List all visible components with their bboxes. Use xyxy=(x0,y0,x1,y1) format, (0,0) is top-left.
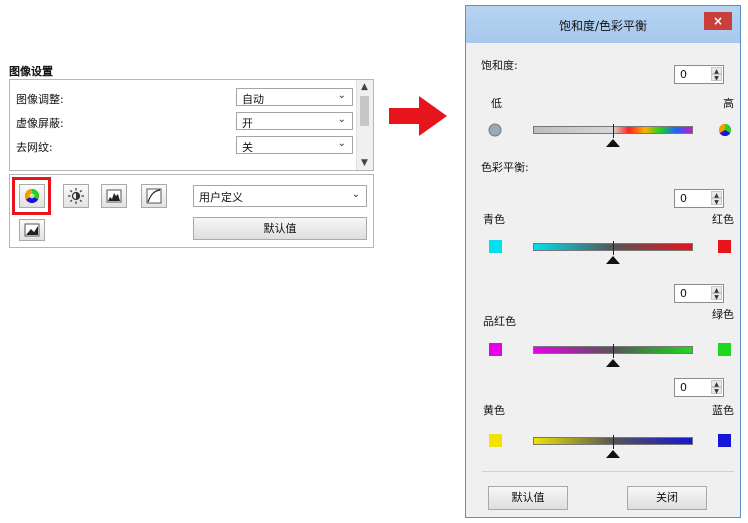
unsharp-mask-select[interactable]: 开 ⌄ xyxy=(236,112,353,130)
chevron-down-icon: ⌄ xyxy=(337,90,346,101)
cyan-red-slider-thumb[interactable] xyxy=(606,256,620,264)
high-label: 高 xyxy=(723,97,734,110)
spin-value: 0 xyxy=(680,68,687,81)
blue-label: 蓝色 xyxy=(712,404,734,417)
arrow-right-icon xyxy=(389,96,447,136)
yellow-blue-slider-thumb[interactable] xyxy=(606,450,620,458)
setting-row-descreen: 去网纹: 关 ⌄ xyxy=(10,134,355,156)
dialog-separator xyxy=(482,471,734,472)
histogram-icon xyxy=(106,189,122,203)
spin-up-icon[interactable]: ▲ xyxy=(711,191,722,199)
select-value: 用户定义 xyxy=(199,191,243,204)
reset-default-button[interactable]: 默认值 xyxy=(193,217,367,240)
spin-arrows[interactable]: ▲ ▼ xyxy=(711,67,722,82)
scroll-down-icon[interactable]: ▼ xyxy=(361,158,368,168)
tone-curve-icon xyxy=(146,188,162,204)
color-balance-label: 色彩平衡: xyxy=(481,161,529,174)
final-review-button[interactable] xyxy=(19,219,45,241)
magenta-label: 品红色 xyxy=(483,315,516,328)
spin-up-icon[interactable]: ▲ xyxy=(711,67,722,75)
setting-label: 虚像屏蔽: xyxy=(16,117,64,130)
histogram-button[interactable] xyxy=(101,184,127,208)
cyan-swatch xyxy=(489,240,502,253)
spin-value: 0 xyxy=(680,381,687,394)
cyan-red-spinbox[interactable]: 0 ▲ ▼ xyxy=(674,189,724,208)
magenta-swatch xyxy=(489,343,502,356)
spin-value: 0 xyxy=(680,287,687,300)
yellow-swatch xyxy=(489,434,502,447)
green-label: 绿色 xyxy=(712,308,734,321)
tone-curve-button[interactable] xyxy=(141,184,167,208)
magenta-green-slider-thumb[interactable] xyxy=(606,359,620,367)
red-swatch xyxy=(718,240,731,253)
slider-center-mark xyxy=(613,435,614,449)
dialog-close-button[interactable]: 关闭 xyxy=(627,486,707,510)
chevron-down-icon: ⌄ xyxy=(337,114,346,125)
preset-select[interactable]: 用户定义 ⌄ xyxy=(193,185,367,207)
select-value: 自动 xyxy=(242,93,264,106)
descreen-select[interactable]: 关 ⌄ xyxy=(236,136,353,154)
select-value: 开 xyxy=(242,117,253,130)
spin-arrows[interactable]: ▲ ▼ xyxy=(711,286,722,301)
dialog-title: 饱和度/色彩平衡 xyxy=(558,19,648,33)
green-swatch xyxy=(718,343,731,356)
chevron-down-icon: ⌄ xyxy=(351,189,360,200)
low-label: 低 xyxy=(491,97,502,110)
dialog-default-button[interactable]: 默认值 xyxy=(488,486,568,510)
cyan-label: 青色 xyxy=(483,213,505,226)
settings-scrollbar[interactable]: ▲ ▼ xyxy=(356,80,373,170)
slider-center-mark xyxy=(613,241,614,255)
spin-down-icon[interactable]: ▼ xyxy=(711,293,722,301)
saturation-slider-thumb[interactable] xyxy=(606,139,620,147)
final-review-icon xyxy=(24,223,40,237)
spin-arrows[interactable]: ▲ ▼ xyxy=(711,191,722,206)
setting-row-unsharp: 虚像屏蔽: 开 ⌄ xyxy=(10,110,355,132)
image-settings-title: 图像设置 xyxy=(9,65,53,78)
high-saturation-icon xyxy=(718,124,732,137)
dialog-titlebar[interactable]: 饱和度/色彩平衡 × xyxy=(466,6,740,43)
chevron-down-icon: ⌄ xyxy=(337,138,346,149)
spin-down-icon[interactable]: ▼ xyxy=(711,198,722,206)
saturation-spinbox[interactable]: 0 ▲ ▼ xyxy=(674,65,724,84)
spin-up-icon[interactable]: ▲ xyxy=(711,286,722,294)
spin-value: 0 xyxy=(680,192,687,205)
saturation-label: 饱和度: xyxy=(481,59,518,72)
setting-label: 图像调整: xyxy=(16,93,64,106)
spin-down-icon[interactable]: ▼ xyxy=(711,74,722,82)
magenta-green-spinbox[interactable]: 0 ▲ ▼ xyxy=(674,284,724,303)
yellow-label: 黄色 xyxy=(483,404,505,417)
scroll-up-icon[interactable]: ▲ xyxy=(361,82,368,92)
yellow-blue-spinbox[interactable]: 0 ▲ ▼ xyxy=(674,378,724,397)
slider-center-mark xyxy=(613,344,614,358)
slider-center-mark xyxy=(613,124,614,138)
setting-row-image-adjust: 图像调整: 自动 ⌄ xyxy=(10,86,355,108)
image-settings-list: 图像调整: 自动 ⌄ 虚像屏蔽: 开 ⌄ 去网纹: 关 ⌄ ▲ ▼ xyxy=(9,79,374,171)
spin-down-icon[interactable]: ▼ xyxy=(711,387,722,395)
red-label: 红色 xyxy=(712,213,734,226)
highlight-frame xyxy=(12,177,51,215)
low-saturation-icon xyxy=(488,123,502,137)
spin-up-icon[interactable]: ▲ xyxy=(711,380,722,388)
brightness-icon xyxy=(68,188,84,204)
close-icon[interactable]: × xyxy=(704,12,732,30)
blue-swatch xyxy=(718,434,731,447)
image-adjust-select[interactable]: 自动 ⌄ xyxy=(236,88,353,106)
brightness-contrast-button[interactable] xyxy=(63,184,89,208)
select-value: 关 xyxy=(242,141,253,154)
spin-arrows[interactable]: ▲ ▼ xyxy=(711,380,722,395)
setting-label: 去网纹: xyxy=(16,141,53,154)
scroll-thumb[interactable] xyxy=(360,96,369,126)
